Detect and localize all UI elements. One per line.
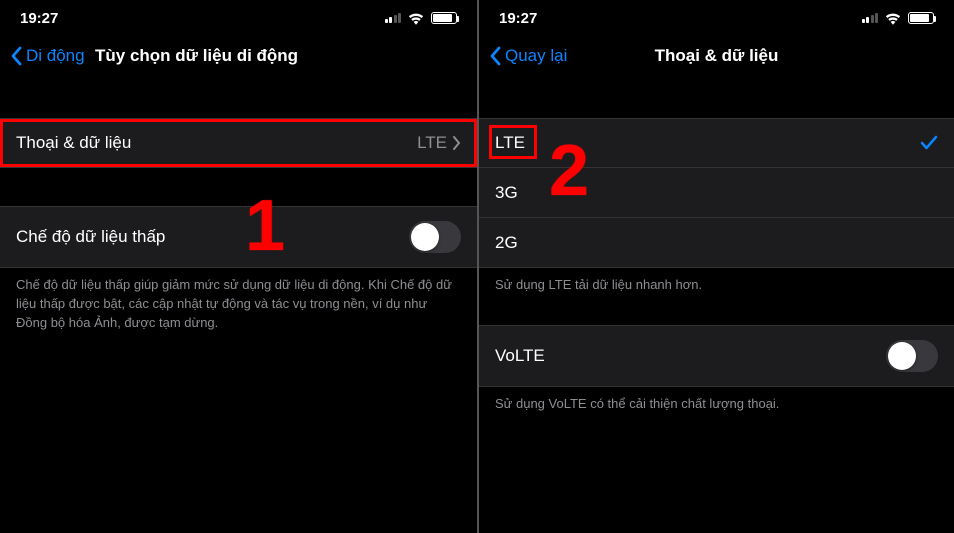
chevron-left-icon (489, 46, 501, 66)
option-2g[interactable]: 2G (479, 218, 954, 268)
cellular-signal-icon (385, 13, 402, 23)
cellular-signal-icon (862, 13, 879, 23)
page-title: Tùy chọn dữ liệu di động (95, 46, 298, 66)
lte-footer: Sử dụng LTE tải dữ liệu nhanh hơn. (479, 268, 954, 295)
option-3g-label: 3G (495, 183, 518, 203)
row-low-data-mode[interactable]: Chế độ dữ liệu thấp (0, 206, 477, 268)
low-data-description: Chế độ dữ liệu thấp giúp giảm mức sử dụn… (0, 268, 477, 333)
navbar: Di động Tùy chọn dữ liệu di động (0, 36, 477, 80)
chevron-left-icon (10, 46, 22, 66)
back-label: Quay lại (505, 46, 567, 66)
row-volte-label: VoLTE (495, 346, 545, 366)
low-data-toggle[interactable] (409, 221, 461, 253)
option-3g[interactable]: 3G (479, 168, 954, 218)
wifi-icon (407, 11, 425, 25)
status-time: 19:27 (20, 10, 58, 27)
row-voice-data-value: LTE (417, 133, 447, 153)
check-icon (920, 134, 938, 152)
back-label: Di động (26, 46, 85, 66)
option-lte-label: LTE (495, 133, 525, 152)
chevron-right-icon (453, 136, 461, 150)
row-voice-data[interactable]: Thoại & dữ liệu LTE (0, 118, 477, 168)
wifi-icon (884, 11, 902, 25)
status-time: 19:27 (499, 10, 537, 27)
phone-screenshot-1: 19:27 Di động Tùy chọn dữ liệu di động T… (0, 0, 477, 533)
status-bar: 19:27 (0, 0, 477, 36)
battery-icon (431, 12, 457, 24)
status-bar: 19:27 (479, 0, 954, 36)
back-button[interactable]: Di động (10, 46, 85, 66)
volte-footer: Sử dụng VoLTE có thể cải thiện chất lượn… (479, 387, 954, 414)
navbar: Quay lại Thoại & dữ liệu (479, 36, 954, 80)
option-lte[interactable]: LTE (479, 118, 954, 168)
row-voice-data-label: Thoại & dữ liệu (16, 133, 131, 153)
status-icons (385, 11, 458, 25)
option-2g-label: 2G (495, 233, 518, 253)
battery-icon (908, 12, 934, 24)
status-icons (862, 11, 935, 25)
phone-screenshot-2: 19:27 Quay lại Thoại & dữ liệu LTE 3G 2G… (477, 0, 954, 533)
back-button[interactable]: Quay lại (489, 46, 567, 66)
row-low-data-label: Chế độ dữ liệu thấp (16, 227, 165, 247)
volte-toggle[interactable] (886, 340, 938, 372)
row-volte[interactable]: VoLTE (479, 325, 954, 387)
